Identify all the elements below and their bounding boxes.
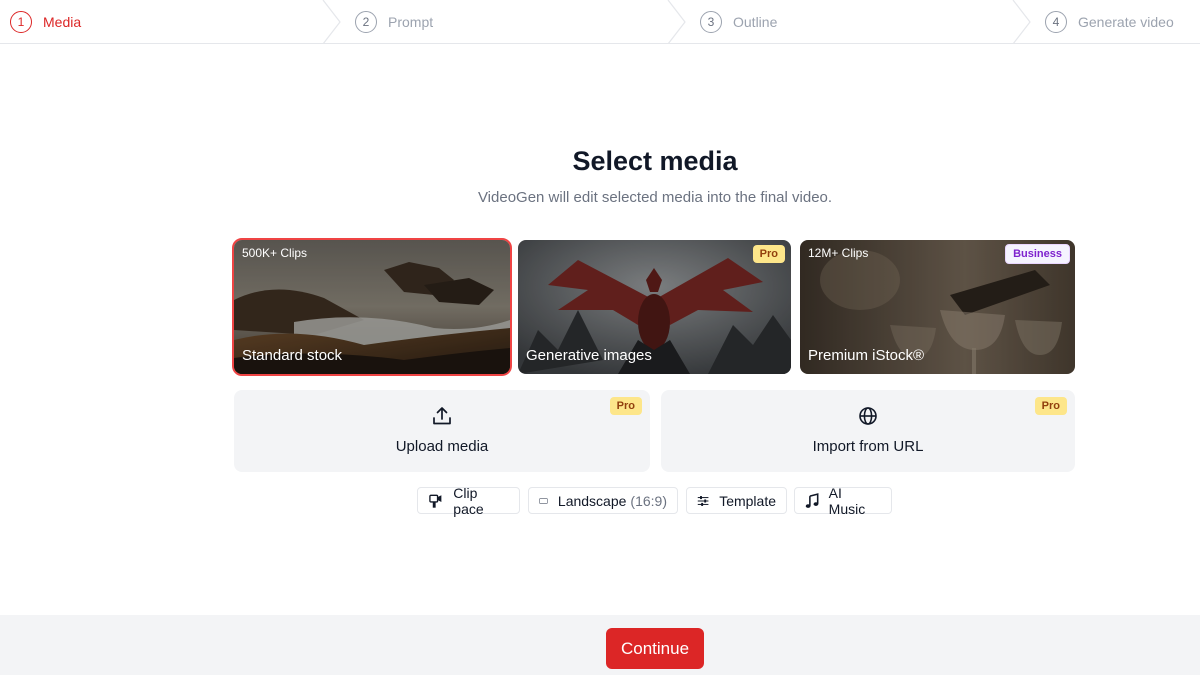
media-card-premium-istock[interactable]: 12M+ Clips Business Premium iStock® — [800, 240, 1075, 374]
page-title: Select media — [572, 146, 738, 176]
step-generate-video[interactable]: 4 Generate video — [1045, 0, 1174, 43]
media-card-label: Generative images — [526, 347, 652, 364]
template-button[interactable]: Template — [686, 487, 787, 514]
media-card-generative-images[interactable]: Pro Generative images — [518, 240, 791, 374]
aspect-ratio-detail: (16:9) — [630, 492, 667, 509]
chevron-separator-icon — [1012, 0, 1031, 44]
media-card-standard-stock[interactable]: 500K+ Clips Standard stock — [232, 238, 512, 376]
step-number: 4 — [1045, 10, 1067, 33]
chevron-separator-icon — [667, 0, 686, 44]
tile-label: Import from URL — [812, 438, 924, 455]
step-number: 2 — [355, 10, 377, 33]
aspect-ratio-label: Landscape — [557, 492, 627, 509]
step-label: Prompt — [388, 13, 434, 30]
rectangle-icon — [539, 497, 548, 504]
upload-media-tile[interactable]: Pro Upload media — [234, 390, 650, 472]
music-note-icon — [805, 492, 819, 508]
page-subtitle: VideoGen will edit selected media into t… — [477, 189, 833, 206]
sliders-icon — [697, 495, 709, 506]
business-badge: Business — [1005, 244, 1070, 264]
clip-count-label: 12M+ Clips — [808, 246, 869, 260]
ai-music-button[interactable]: AI Music — [794, 484, 892, 517]
aspect-ratio-button[interactable]: Landscape (16:9) — [528, 487, 678, 514]
pro-badge: Pro — [1034, 397, 1067, 415]
ai-music-label: AI Music — [828, 484, 866, 517]
globe-icon — [859, 407, 877, 425]
clip-pace-label: Clip pace — [453, 484, 484, 517]
step-number: 3 — [700, 10, 722, 33]
pro-badge: Pro — [609, 397, 642, 415]
step-outline[interactable]: 3 Outline — [700, 0, 777, 43]
step-number: 1 — [10, 10, 32, 33]
chevron-separator-icon — [322, 0, 341, 44]
upload-icon — [433, 407, 451, 425]
step-label: Generate video — [1078, 13, 1174, 30]
step-label: Media — [43, 13, 82, 30]
clip-pace-button[interactable]: Clip pace — [417, 484, 520, 517]
clip-pace-icon — [429, 494, 442, 508]
tile-label: Upload media — [395, 438, 489, 455]
progress-stepper: 1 Media 2 Prompt 3 Outline 4 Generate vi… — [0, 0, 1200, 44]
media-card-label: Standard stock — [242, 347, 343, 364]
continue-button[interactable]: Continue — [606, 628, 704, 669]
pro-badge: Pro — [752, 245, 785, 263]
template-label: Template — [719, 492, 776, 509]
clip-count-label: 500K+ Clips — [242, 246, 308, 260]
step-media[interactable]: 1 Media — [10, 0, 81, 43]
media-card-label: Premium iStock® — [808, 347, 925, 364]
footer-bar: Continue — [0, 615, 1200, 675]
import-url-tile[interactable]: Pro Import from URL — [661, 390, 1075, 472]
step-label: Outline — [733, 13, 778, 30]
step-prompt[interactable]: 2 Prompt — [355, 0, 433, 43]
